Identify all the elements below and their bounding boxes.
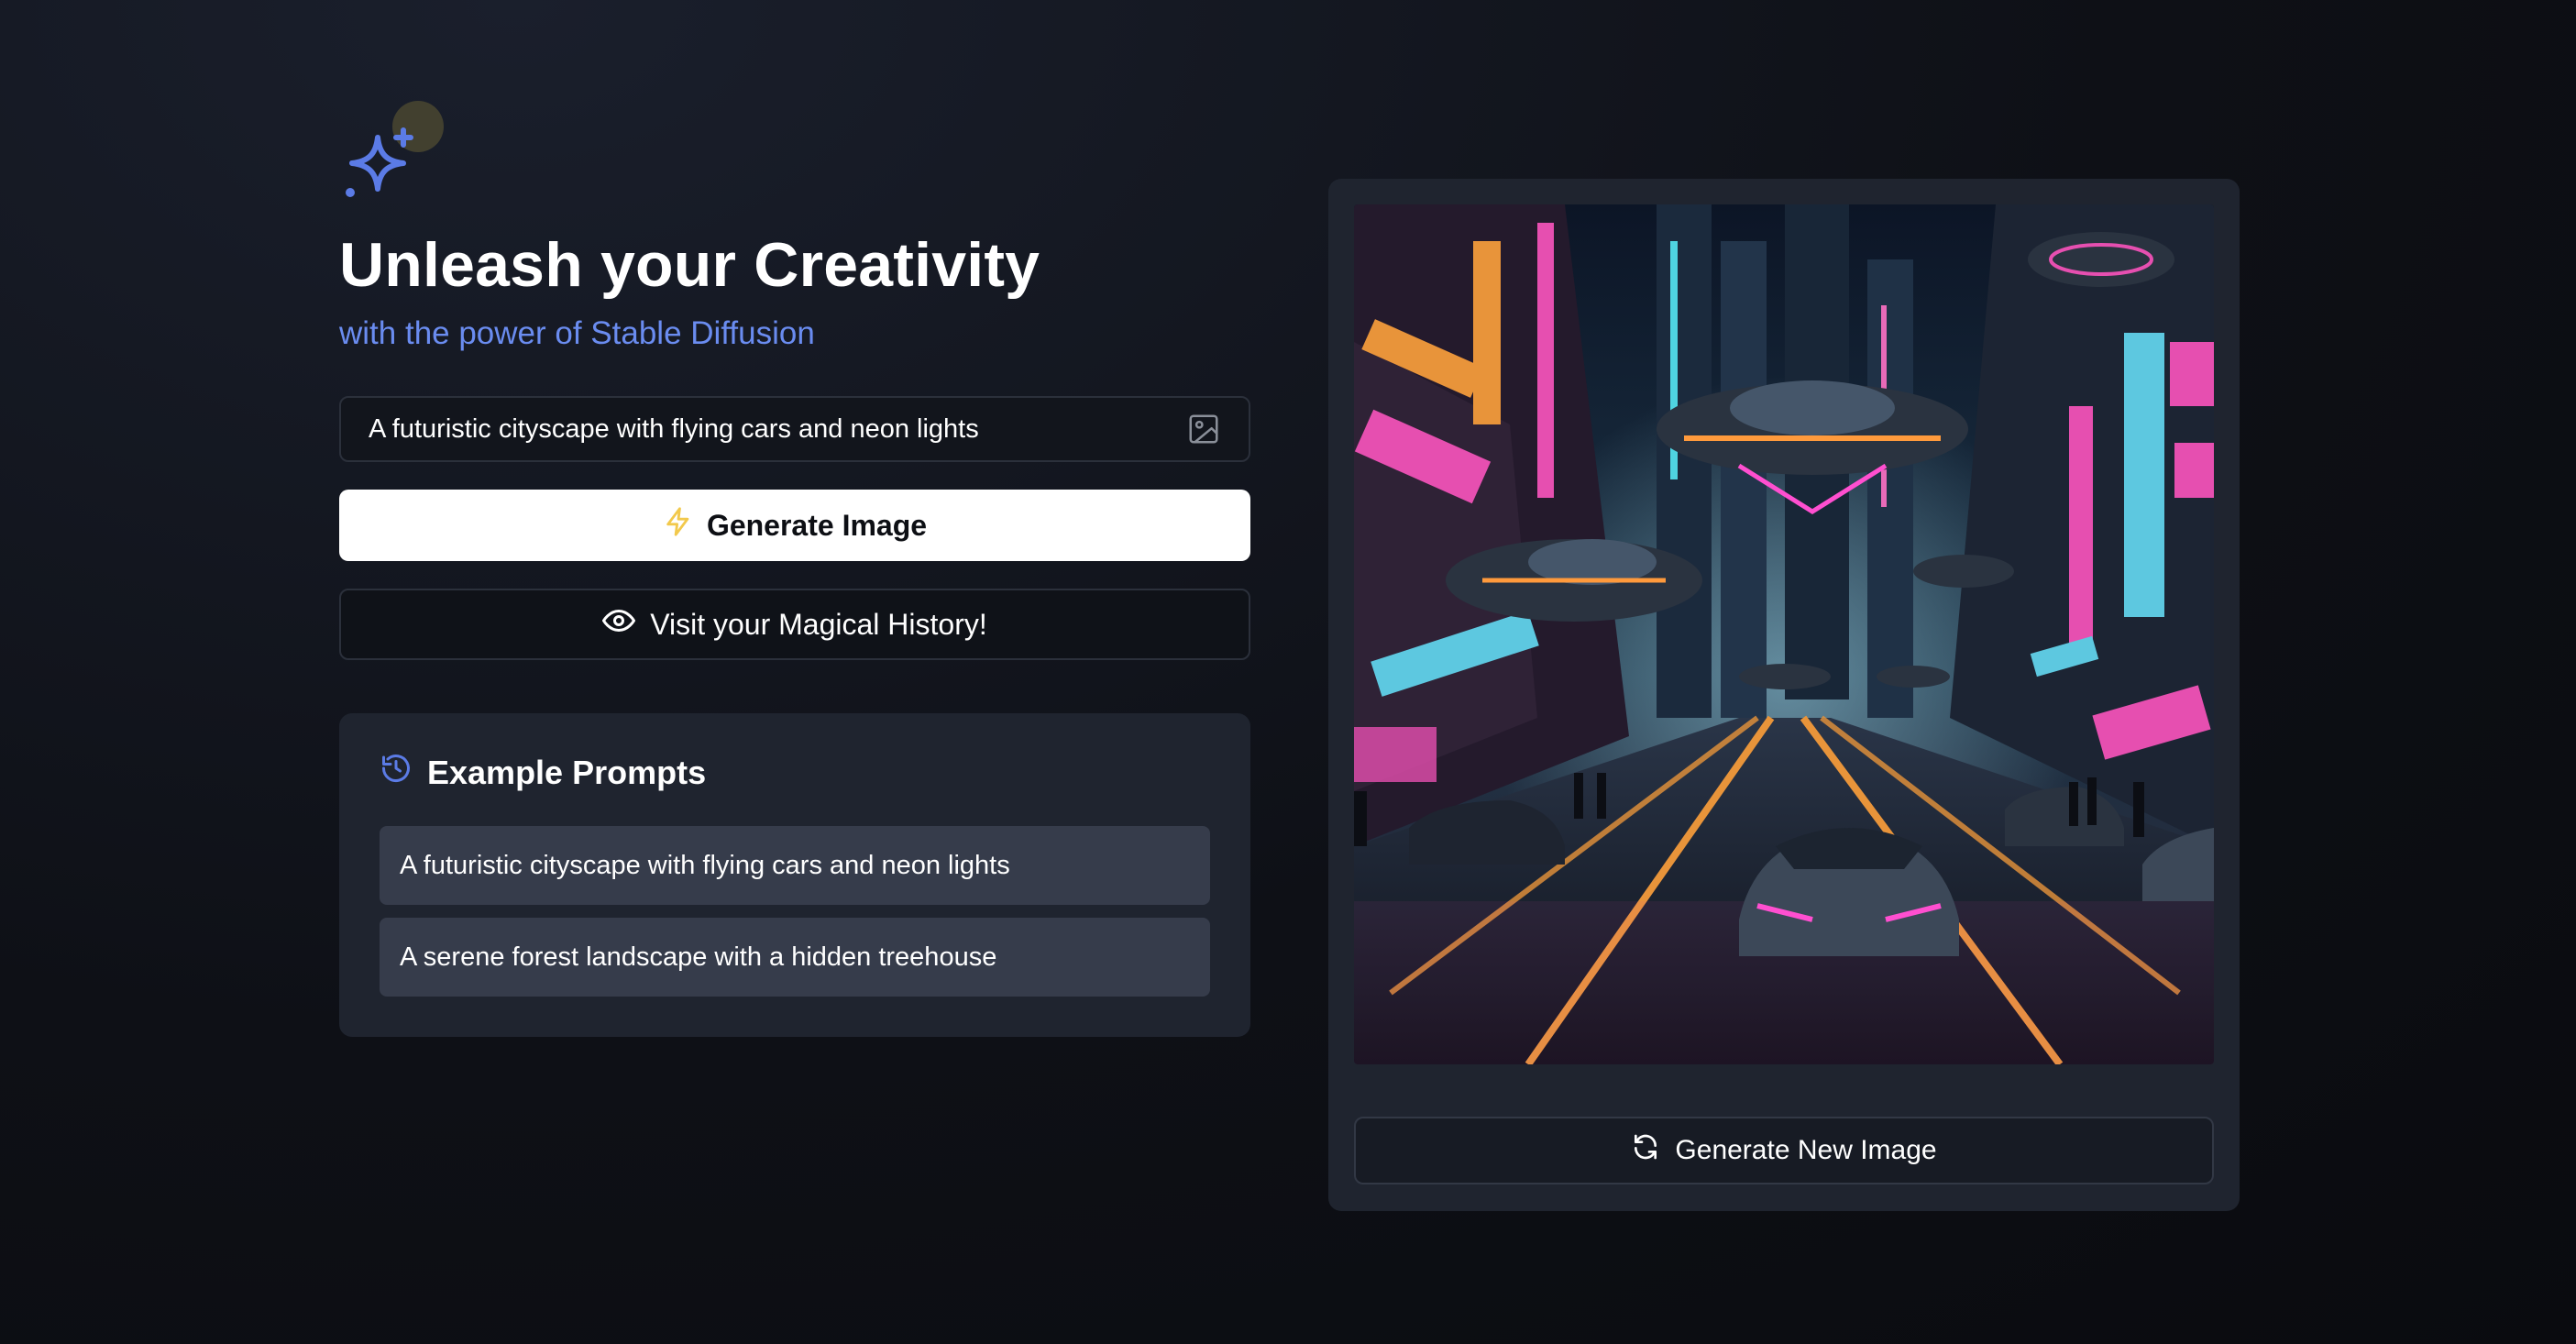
prompt-input[interactable] [367, 413, 1184, 446]
generated-image [1354, 204, 2214, 1064]
city-illustration [1354, 204, 2214, 1064]
example-prompts-header: Example Prompts [380, 752, 1210, 793]
example-prompts-card: Example Prompts A futuristic cityscape w… [339, 713, 1250, 1038]
page-title: Unleash your Creativity [339, 230, 1040, 300]
logo [339, 101, 444, 211]
generate-image-button[interactable]: Generate Image [339, 490, 1250, 562]
result-panel: Generate New Image [1328, 179, 2240, 1211]
generate-new-image-button[interactable]: Generate New Image [1354, 1117, 2214, 1184]
generate-new-image-label: Generate New Image [1675, 1135, 1937, 1165]
magical-history-button[interactable]: Visit your Magical History! [339, 589, 1250, 661]
example-prompts-title: Example Prompts [427, 753, 707, 791]
history-icon [380, 752, 413, 793]
lightning-icon [663, 506, 694, 545]
generate-image-label: Generate Image [706, 508, 928, 542]
refresh-icon [1631, 1132, 1660, 1169]
example-prompt-item[interactable]: A futuristic cityscape with flying cars … [380, 826, 1210, 906]
left-panel: Unleash your Creativity with the power o… [339, 101, 1250, 1038]
eye-icon [602, 604, 636, 644]
sparkles-icon [346, 127, 413, 197]
magical-history-label: Visit your Magical History! [650, 607, 987, 641]
example-prompt-item[interactable]: A serene forest landscape with a hidden … [380, 918, 1210, 997]
prompt-field[interactable] [339, 396, 1250, 463]
page-subtitle: with the power of Stable Diffusion [339, 315, 815, 352]
image-icon[interactable] [1184, 410, 1223, 448]
